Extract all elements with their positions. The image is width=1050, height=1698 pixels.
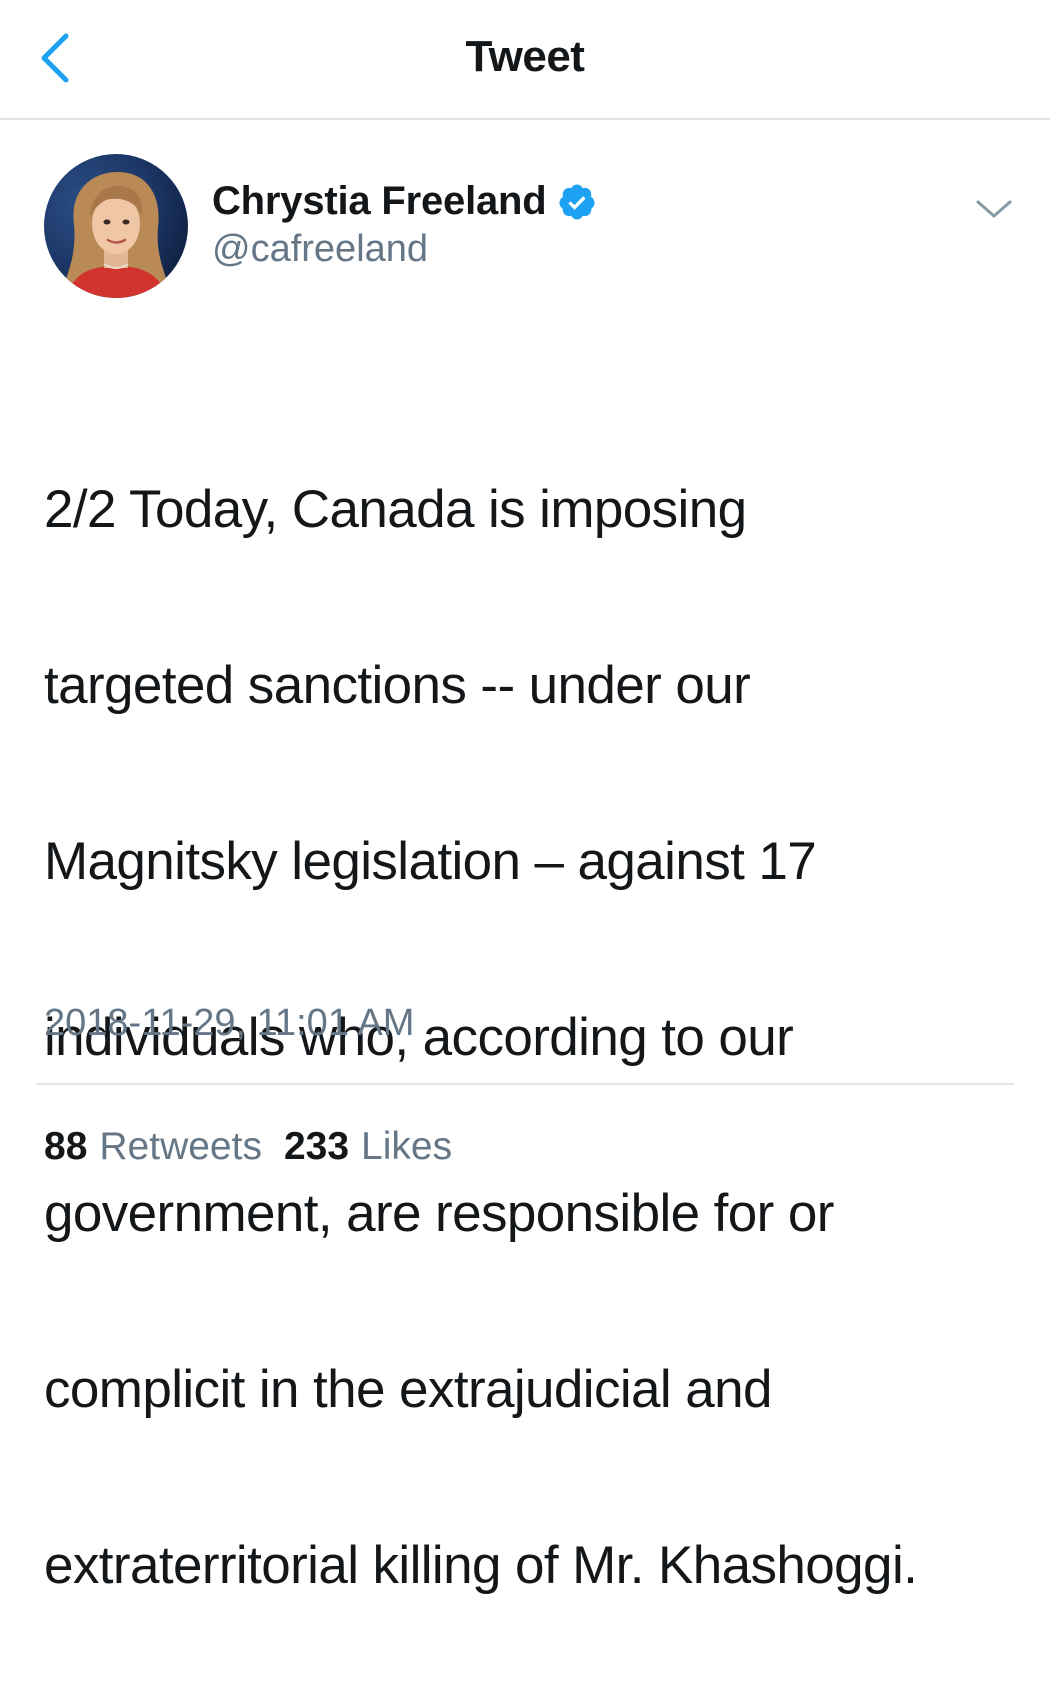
author-handle[interactable]: @cafreeland [212,228,428,271]
tweet-text-line: complicit in the extrajudicial and [44,1360,772,1419]
nav-bar: Tweet [0,0,1050,120]
display-name: Chrystia Freeland [212,178,547,223]
tweet-text-line: targeted sanctions -- under our [44,656,751,715]
likes-count: 233 [283,1125,350,1168]
tweet-stats: 88 Retweets 233 Likes [44,1122,452,1172]
tweet-menu-button[interactable] [972,194,1016,224]
tweet-text-line: Magnitsky legislation – against 17 [44,832,817,891]
avatar[interactable] [44,154,188,298]
tweet-header: Chrystia Freeland @cafreeland [44,154,1014,304]
retweets-label: Retweets [99,1125,262,1168]
likes-label: Likes [361,1125,453,1168]
tweet-timestamp[interactable]: 2018-11-29, 11:01 AM [44,1002,414,1045]
author-name-row[interactable]: Chrystia Freeland [212,176,597,226]
chevron-down-icon [976,200,1012,218]
retweets-stat[interactable]: 88 Retweets [44,1125,262,1169]
retweets-count: 88 [44,1125,88,1168]
tweet-text-line: extraterritorial killing of Mr. Khashogg… [44,1536,918,1595]
profile-photo [44,154,188,298]
tweet-text-line: government, are responsible for or [44,1184,834,1243]
likes-stat[interactable]: 233 Likes [284,1125,452,1169]
divider [36,1083,1014,1085]
verified-badge-icon [558,184,594,220]
page-title: Tweet [465,32,585,81]
tweet-text-line: 2/2 Today, Canada is imposing [44,480,747,539]
